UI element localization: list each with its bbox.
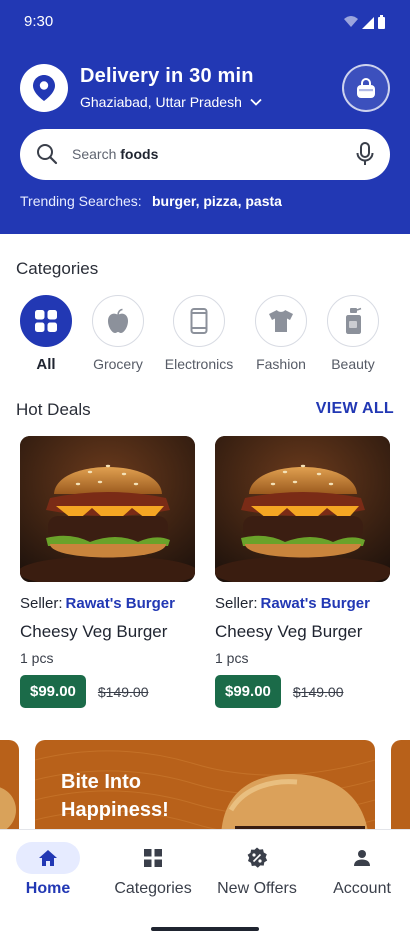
- category-electronics[interactable]: Electronics: [159, 295, 239, 372]
- chevron-down-icon: [250, 98, 262, 106]
- product-card[interactable]: Seller: Rawat's Burger Cheesy Veg Burger …: [20, 436, 195, 708]
- delivery-time-title: Delivery in 30 min: [80, 65, 254, 87]
- location-pin-icon: [33, 75, 55, 101]
- category-label: Beauty: [331, 356, 375, 372]
- location-pin-button[interactable]: [20, 64, 68, 112]
- category-label: Fashion: [256, 356, 306, 372]
- app-header: 9:30 Delivery in 30 min Ghaziabad, Uttar…: [0, 0, 410, 234]
- view-all-link[interactable]: VIEW ALL: [316, 400, 394, 418]
- banner-slide-previous[interactable]: [0, 740, 19, 840]
- nav-categories[interactable]: Categories: [105, 842, 201, 898]
- hot-deals-title: Hot Deals: [16, 400, 91, 419]
- seller-label: Seller:: [215, 595, 258, 612]
- status-icons: [344, 15, 385, 29]
- microphone-icon[interactable]: [356, 142, 374, 166]
- burger-image: [20, 436, 195, 582]
- price-badge: $99.00: [20, 675, 86, 708]
- category-beauty-circle: [327, 295, 379, 347]
- price-badge: $99.00: [215, 675, 281, 708]
- location-text: Ghaziabad, Uttar Pradesh: [80, 94, 242, 110]
- category-label: Grocery: [93, 356, 143, 372]
- grid-icon: [35, 310, 57, 332]
- banner-slide-next[interactable]: [391, 740, 410, 840]
- status-bar: 9:30: [0, 0, 410, 44]
- category-all[interactable]: All: [6, 295, 86, 373]
- product-name: Cheesy Veg Burger: [215, 622, 363, 641]
- nav-label: New Offers: [217, 880, 297, 897]
- category-grocery[interactable]: Grocery: [78, 295, 158, 372]
- product-card[interactable]: Seller: Rawat's Burger Cheesy Veg Burger …: [215, 436, 390, 708]
- category-beauty[interactable]: Beauty: [313, 295, 393, 372]
- cart-button[interactable]: [342, 64, 390, 112]
- seller-row: Seller: Rawat's Burger: [20, 595, 195, 612]
- search-icon: [37, 144, 58, 165]
- cosmetics-bottle-icon: [346, 307, 362, 334]
- nav-categories-indicator: [121, 842, 185, 874]
- nav-account[interactable]: Account: [314, 842, 410, 898]
- category-label: Electronics: [164, 356, 234, 372]
- seller-row: Seller: Rawat's Burger: [215, 595, 390, 612]
- discount-badge-icon: [247, 847, 268, 868]
- product-quantity: 1 pcs: [215, 650, 249, 666]
- price-row: $99.00 $149.00: [20, 675, 195, 708]
- shopping-bag-icon: [357, 78, 375, 98]
- promo-banner[interactable]: Bite Into Happiness!: [35, 740, 375, 840]
- product-quantity: 1 pcs: [20, 650, 54, 666]
- nav-label: Home: [25, 880, 71, 897]
- nav-offers-indicator: [225, 842, 289, 874]
- person-icon: [354, 850, 370, 866]
- category-grocery-circle: [92, 295, 144, 347]
- nav-new-offers[interactable]: New Offers: [209, 842, 305, 898]
- nav-account-indicator: [330, 842, 394, 874]
- nav-label: Categories: [114, 880, 192, 897]
- search-keyword: foods: [120, 146, 159, 162]
- category-electronics-circle: [173, 295, 225, 347]
- banner-headline: Bite Into Happiness!: [61, 771, 169, 821]
- burger-image: [215, 436, 390, 582]
- grid-icon: [144, 849, 162, 867]
- categories-title: Categories: [16, 259, 99, 278]
- gesture-home-indicator[interactable]: [151, 927, 259, 931]
- original-price: $149.00: [97, 683, 149, 700]
- category-fashion[interactable]: Fashion: [241, 295, 321, 372]
- nav-home-indicator: [16, 842, 80, 874]
- search-input[interactable]: Search foods: [20, 129, 390, 180]
- category-label: All: [36, 356, 56, 373]
- original-price: $149.00: [292, 683, 344, 700]
- trending-label: Trending Searches:: [20, 193, 142, 209]
- tshirt-icon: [269, 310, 293, 332]
- category-fashion-circle: [255, 295, 307, 347]
- phone-icon: [190, 308, 208, 334]
- seller-label: Seller:: [20, 595, 63, 612]
- status-time: 9:30: [24, 13, 54, 30]
- product-name: Cheesy Veg Burger: [20, 622, 168, 641]
- apple-icon: [108, 308, 128, 333]
- location-selector[interactable]: Ghaziabad, Uttar Pradesh: [80, 94, 262, 110]
- nav-label: Account: [333, 880, 391, 897]
- category-all-circle: [20, 295, 72, 347]
- home-icon: [39, 850, 57, 866]
- search-placeholder: Search foods: [72, 146, 159, 162]
- trending-terms[interactable]: burger, pizza, pasta: [152, 193, 282, 209]
- nav-home[interactable]: Home: [0, 842, 96, 898]
- price-row: $99.00 $149.00: [215, 675, 390, 708]
- seller-name[interactable]: Rawat's Burger: [66, 595, 175, 612]
- seller-name[interactable]: Rawat's Burger: [261, 595, 370, 612]
- bottom-navigation: Home Categories New Offers Account: [0, 829, 410, 941]
